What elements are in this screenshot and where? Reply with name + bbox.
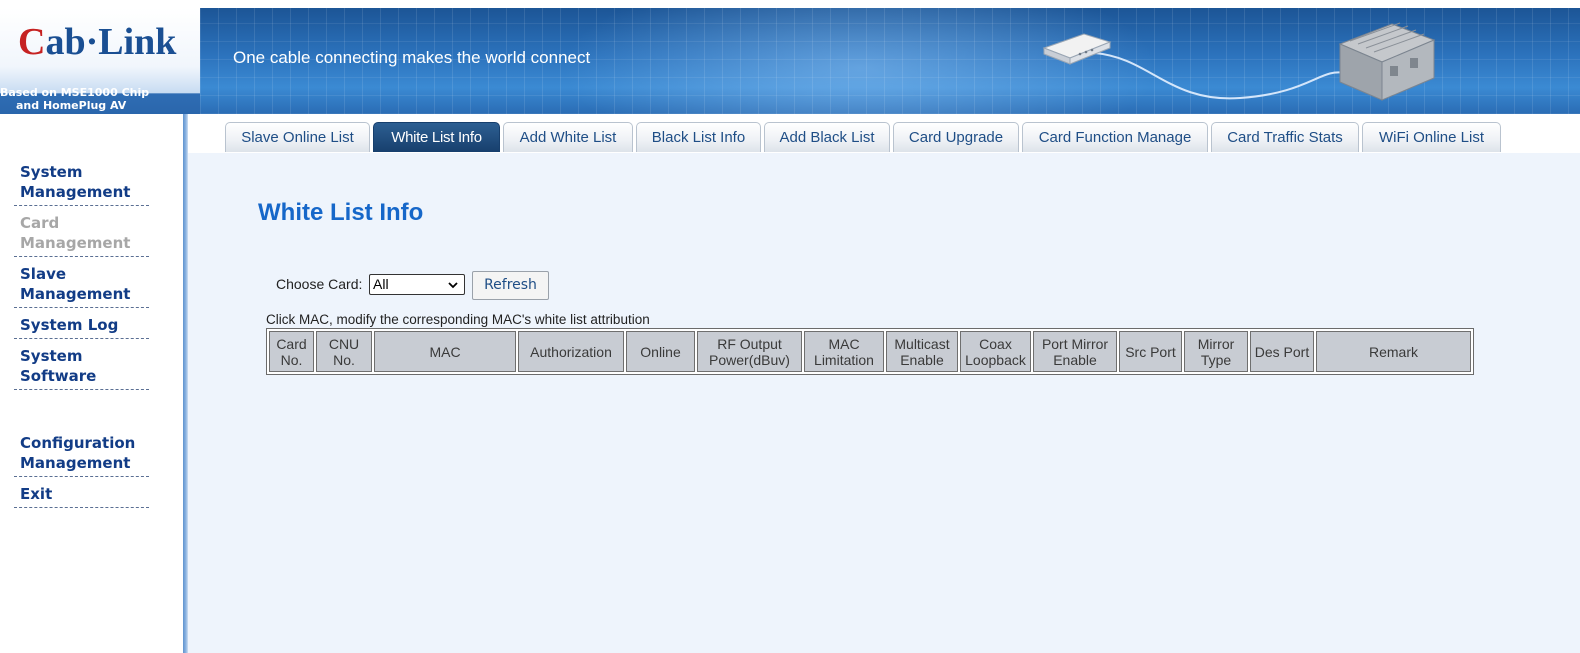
column-header-mac: MAC xyxy=(374,331,516,372)
sidebar-item-system-management[interactable]: System Management xyxy=(14,162,149,206)
sidebar-item-system-software[interactable]: System Software xyxy=(14,346,149,390)
column-header-src-port: Src Port xyxy=(1119,331,1182,372)
slogan: One cable connecting makes the world con… xyxy=(233,48,591,67)
tab-white-list-info[interactable]: White List Info xyxy=(373,122,500,152)
tab-card-traffic-stats[interactable]: Card Traffic Stats xyxy=(1211,122,1359,152)
logo-rest: ab·Link xyxy=(45,21,177,63)
logo-subtitle-line2: and HomePlug AV standard xyxy=(16,99,127,114)
tab-card-upgrade[interactable]: Card Upgrade xyxy=(893,122,1019,152)
column-header-card-no: Card No. xyxy=(269,331,314,372)
modem-device-icon xyxy=(1042,33,1112,65)
column-header-port-mirror-enable: Port Mirror Enable xyxy=(1033,331,1117,372)
column-header-authorization: Authorization xyxy=(518,331,624,372)
column-header-multicast-enable: Multicast Enable xyxy=(886,331,958,372)
column-header-online: Online xyxy=(626,331,695,372)
logo-subtitle-line1: Based on MSE1000 Chip xyxy=(0,86,150,99)
header-banner: Cab·Link Based on MSE1000 Chip and HomeP… xyxy=(0,8,1580,114)
tab-wifi-online-list[interactable]: WiFi Online List xyxy=(1362,122,1501,152)
tab-slave-online-list[interactable]: Slave Online List xyxy=(225,122,370,152)
amplifier-device-icon xyxy=(1338,22,1436,101)
logo: Cab·Link xyxy=(18,20,176,64)
column-header-des-port: Des Port xyxy=(1250,331,1314,372)
sidebar: System Management Card Management Slave … xyxy=(0,114,183,653)
white-list-table: Card No. CNU No. MAC Authorization Onlin… xyxy=(266,328,1474,375)
tab-card-function-manage[interactable]: Card Function Manage xyxy=(1022,122,1208,152)
tab-add-white-list[interactable]: Add White List xyxy=(503,122,633,152)
choose-card-select[interactable]: All xyxy=(369,274,465,295)
page-title: White List Info xyxy=(258,199,424,226)
sidebar-item-configuration-management[interactable]: Configuration Management xyxy=(14,433,149,477)
logo-area: Cab·Link Based on MSE1000 Chip and HomeP… xyxy=(0,8,200,114)
choose-card-label: Choose Card: xyxy=(276,276,363,292)
sidebar-item-exit[interactable]: Exit xyxy=(14,484,149,508)
chevron-down-icon xyxy=(448,282,458,289)
sidebar-item-card-management[interactable]: Card Management xyxy=(14,213,149,257)
column-header-coax-loopback: Coax Loopback xyxy=(960,331,1031,372)
column-header-mirror-type: Mirror Type xyxy=(1184,331,1248,372)
sidebar-item-slave-management[interactable]: Slave Management xyxy=(14,264,149,308)
column-header-mac-limitation: MAC Limitation xyxy=(804,331,884,372)
column-header-remark: Remark xyxy=(1316,331,1471,372)
column-header-rf-output-power: RF Output Power(dBuv) xyxy=(697,331,802,372)
tab-add-black-list[interactable]: Add Black List xyxy=(764,122,890,152)
logo-initial: C xyxy=(18,21,46,63)
refresh-button[interactable]: Refresh xyxy=(472,271,549,300)
tab-bar: Slave Online List White List Info Add Wh… xyxy=(188,114,1580,154)
sidebar-item-system-log[interactable]: System Log xyxy=(14,315,149,339)
cable-illustration xyxy=(1094,52,1346,100)
choose-card-value: All xyxy=(373,276,389,292)
logo-subtitle: Based on MSE1000 Chip and HomePlug AV st… xyxy=(0,86,180,114)
tab-black-list-info[interactable]: Black List Info xyxy=(636,122,761,152)
main-content: White List Info Choose Card: All Refresh… xyxy=(188,153,1580,653)
column-header-cnu-no: CNU No. xyxy=(316,331,372,372)
mac-hint-text: Click MAC, modify the corresponding MAC'… xyxy=(266,312,650,327)
